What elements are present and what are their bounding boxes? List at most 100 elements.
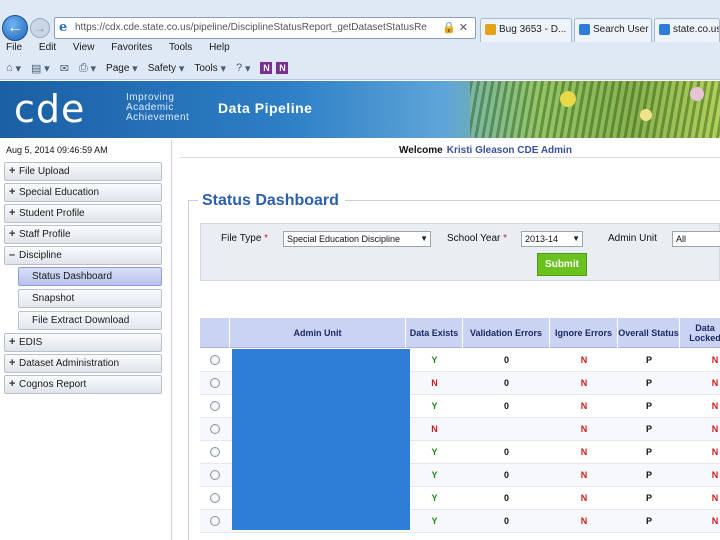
cell-validation-errors: 0 [503, 447, 509, 457]
tab-label: Search User [593, 24, 649, 35]
cell-ignore-errors: N [580, 378, 588, 388]
page-menu[interactable]: Page ▾ [106, 62, 138, 75]
url-text[interactable]: https://cdx.cde.state.co.us/pipeline/Dis… [75, 22, 427, 33]
sidebar-subitem-status-dashboard[interactable]: Status Dashboard [18, 267, 162, 286]
chevron-down-icon: ▾ [178, 62, 185, 75]
help-button[interactable]: ? ▾ [236, 62, 250, 75]
column-header-data-locked[interactable]: Data Locked [680, 318, 720, 348]
menu-view[interactable]: View [73, 42, 95, 53]
file-type-select[interactable]: Special Education Discipline ▼ [283, 231, 431, 247]
column-header-ignore-errors[interactable]: Ignore Errors [550, 318, 618, 348]
sidebar-item-label: Staff Profile [19, 229, 71, 240]
sidebar-subitem-snapshot[interactable]: Snapshot [18, 289, 162, 308]
tools-label: Tools [194, 62, 218, 74]
banner-title: Data Pipeline [218, 100, 313, 116]
sidebar-item-file-upload[interactable]: + File Upload [4, 162, 162, 181]
cell-data-exists: Y [431, 447, 438, 457]
school-year-select[interactable]: 2013-14 ▼ [521, 231, 583, 247]
sidebar-item-discipline[interactable]: – Discipline [4, 246, 162, 265]
home-button[interactable]: ⌂ ▾ [6, 62, 21, 75]
select-column-header [200, 318, 230, 348]
column-header-validation-errors[interactable]: Validation Errors [463, 318, 550, 348]
row-radio[interactable] [210, 378, 220, 388]
sidebar-item-student-profile[interactable]: + Student Profile [4, 204, 162, 223]
school-year-label-text: School Year [447, 233, 501, 244]
onenote-icon[interactable]: N [260, 62, 273, 74]
grass-image [470, 81, 720, 138]
sidebar-item-edis[interactable]: + EDIS [4, 333, 162, 352]
back-button[interactable]: ← [2, 15, 28, 41]
cell-data-exists: N [431, 424, 438, 434]
row-radio[interactable] [210, 401, 220, 411]
row-radio[interactable] [210, 493, 220, 503]
tab-bug[interactable]: Bug 3653 - D... [480, 18, 572, 42]
cell-ignore-errors: N [580, 355, 588, 365]
row-radio[interactable] [210, 470, 220, 480]
menu-help[interactable]: Help [209, 42, 230, 53]
address-buttons[interactable]: 🔒✕ [442, 21, 471, 34]
tab-state[interactable]: state.co.us [654, 18, 720, 42]
onenote-linked-icon[interactable]: N [276, 62, 289, 74]
sidebar-item-cognos-report[interactable]: + Cognos Report [4, 375, 162, 394]
filter-panel [200, 223, 720, 281]
cell-data-locked: N [711, 493, 719, 503]
user-name[interactable]: Kristi Gleason CDE Admin [447, 145, 572, 156]
expand-icon: + [9, 165, 16, 177]
cell-overall-status: P [645, 401, 652, 411]
expand-icon: + [9, 228, 16, 240]
print-button[interactable]: ⎙ ▾ [79, 62, 96, 75]
sidebar-item-label: File Upload [19, 166, 70, 177]
column-header-data-exists[interactable]: Data Exists [406, 318, 463, 348]
datestamp: Aug 5, 2014 09:46:59 AM [6, 145, 108, 155]
cde-logo[interactable]: cde [14, 89, 85, 129]
header-divider [180, 157, 720, 158]
sidebar-item-label: Cognos Report [19, 379, 87, 390]
menu-bar: File Edit View Favorites Tools Help [6, 42, 244, 56]
menu-file[interactable]: File [6, 42, 22, 53]
chevron-down-icon: ▾ [132, 62, 138, 75]
row-radio[interactable] [210, 424, 220, 434]
cell-ignore-errors: N [580, 401, 588, 411]
cell-validation-errors: 0 [503, 355, 509, 365]
menu-edit[interactable]: Edit [39, 42, 56, 53]
sidebar-item-label: Student Profile [19, 208, 85, 219]
row-radio[interactable] [210, 355, 220, 365]
cell-ignore-errors: N [580, 516, 588, 526]
admin-unit-label: Admin Unit [608, 233, 657, 244]
browser-chrome: ← → e https://cdx.cde.state.co.us/pipeli… [0, 0, 720, 80]
tagline-line: Achievement [126, 112, 190, 123]
sidebar-item-dataset-administration[interactable]: + Dataset Administration [4, 354, 162, 373]
sidebar-item-label: Dataset Administration [19, 358, 120, 369]
menu-tools[interactable]: Tools [169, 42, 192, 53]
cell-overall-status: P [645, 447, 652, 457]
submit-button[interactable]: Submit [537, 253, 587, 276]
expand-icon: + [9, 378, 16, 390]
tab-search-user[interactable]: Search User [574, 18, 652, 42]
cell-data-locked: N [711, 470, 719, 480]
mail-icon: ✉ [59, 62, 69, 75]
sidebar-item-special-education[interactable]: + Special Education [4, 183, 162, 202]
cell-overall-status: P [645, 470, 652, 480]
row-radio[interactable] [210, 516, 220, 526]
safety-menu[interactable]: Safety ▾ [148, 62, 185, 75]
address-bar[interactable]: e https://cdx.cde.state.co.us/pipeline/D… [54, 17, 476, 39]
cell-validation-errors: 0 [503, 470, 509, 480]
tools-menu[interactable]: Tools ▾ [194, 62, 226, 75]
cell-data-exists: Y [431, 493, 438, 503]
mail-button[interactable]: ✉ [60, 62, 69, 75]
sidebar-subitem-file-extract-download[interactable]: File Extract Download [18, 311, 162, 330]
column-header-admin-unit[interactable]: Admin Unit [230, 318, 406, 348]
cell-data-locked: N [711, 378, 719, 388]
feeds-button[interactable]: ▤ ▾ [31, 62, 50, 75]
forward-button[interactable]: → [30, 18, 50, 38]
column-header-overall-status[interactable]: Overall Status [618, 318, 680, 348]
sidebar-item-label: Special Education [19, 187, 100, 198]
cell-validation-errors [463, 418, 550, 440]
menu-favorites[interactable]: Favorites [111, 42, 152, 53]
admin-unit-select[interactable]: All [672, 231, 720, 247]
row-radio[interactable] [210, 447, 220, 457]
sidebar-item-staff-profile[interactable]: + Staff Profile [4, 225, 162, 244]
sidebar: + File Upload + Special Education + Student… [4, 162, 162, 396]
cell-overall-status: P [645, 424, 652, 434]
chevron-down-icon: ▾ [44, 62, 50, 75]
